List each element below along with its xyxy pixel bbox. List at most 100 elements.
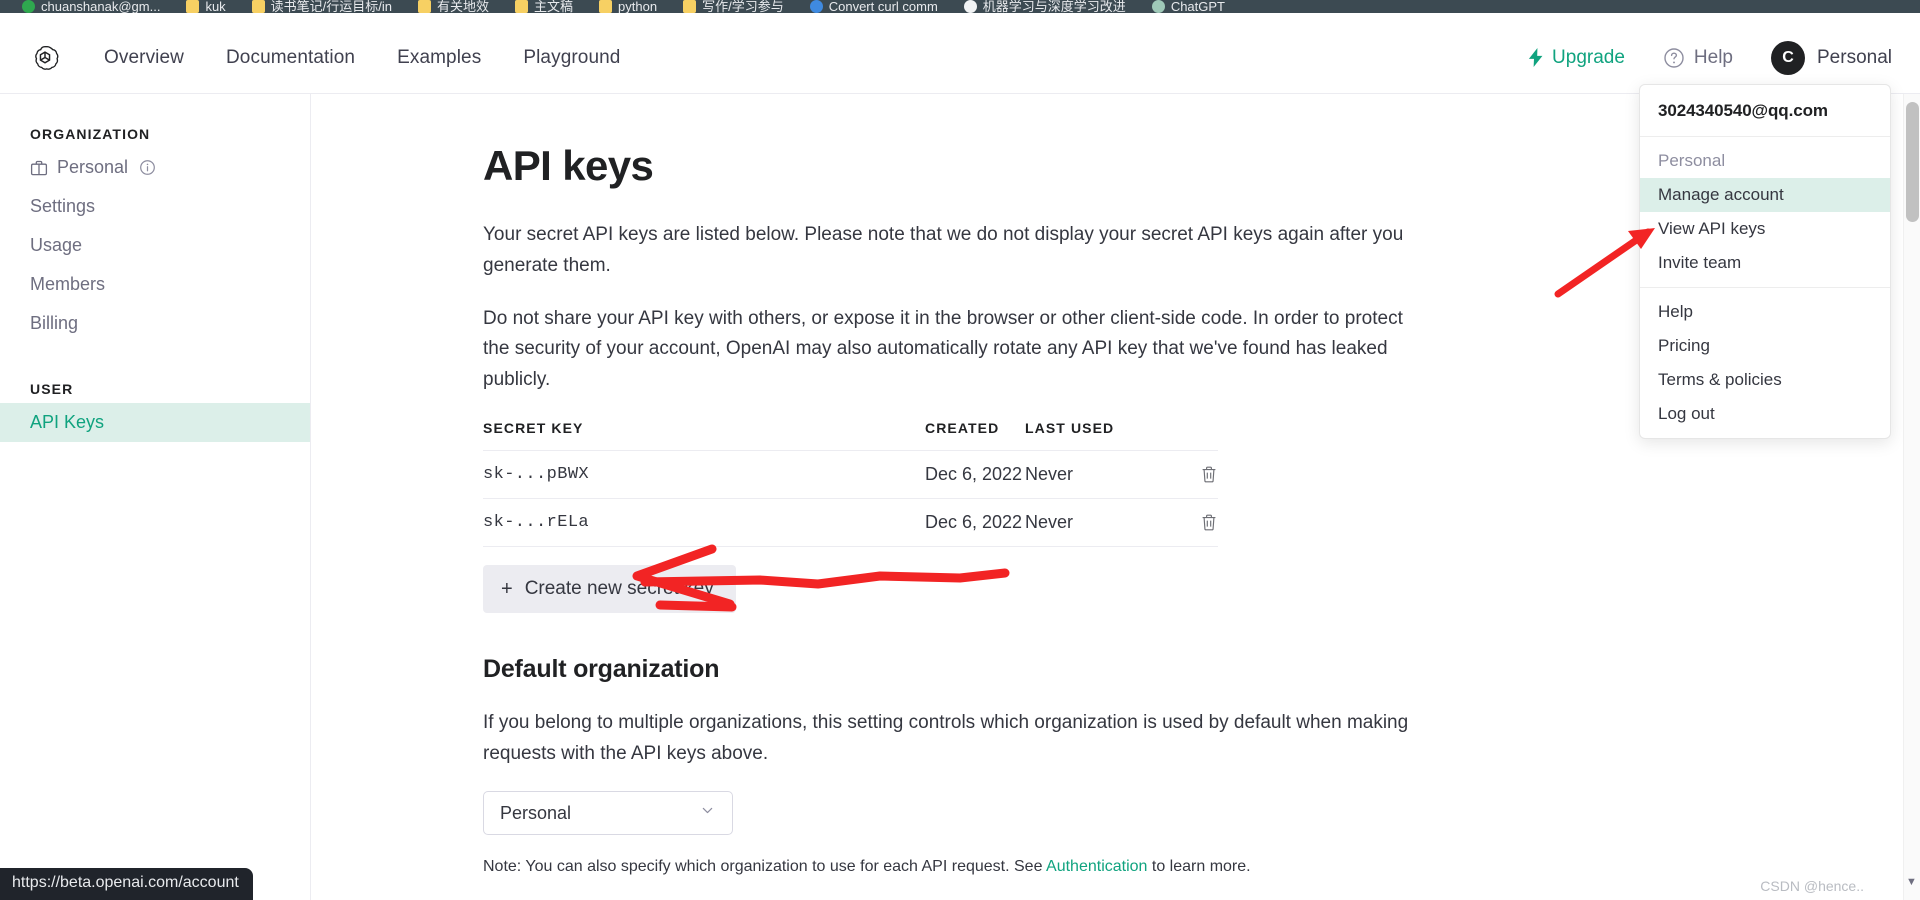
authentication-link[interactable]: Authentication (1046, 858, 1147, 875)
openai-logo[interactable] (28, 41, 62, 75)
bookmark-bar-divider (0, 13, 1920, 22)
folder-icon (599, 0, 613, 13)
scroll-down-arrow-icon[interactable]: ▼ (1905, 876, 1918, 888)
header-actions: Upgrade Help C Personal (1528, 40, 1892, 75)
create-new-secret-key-label: Create new secret key (524, 577, 714, 599)
menu-item-terms-policies[interactable]: Terms & policies (1640, 363, 1890, 397)
default-organization-description: If you belong to multiple organizations,… (483, 711, 1409, 764)
teal-circle-icon (1151, 0, 1165, 13)
plus-icon: + (501, 577, 513, 600)
sidebar-item-usage[interactable]: Usage (0, 226, 310, 265)
bookmark-label: chuanshanak@gm... (41, 0, 161, 13)
column-header-secret-key: SECRET KEY (483, 419, 584, 436)
nav-link-playground[interactable]: Playground (523, 47, 620, 69)
bookmark-item[interactable]: kuk (186, 0, 226, 13)
help-button[interactable]: Help (1663, 47, 1733, 69)
sidebar-item-members[interactable]: Members (0, 265, 310, 304)
info-circle-icon[interactable] (139, 159, 156, 176)
bookmark-item[interactable]: chuanshanak@gm... (22, 0, 160, 13)
page-scrollbar[interactable]: ▼ (1903, 94, 1920, 900)
trash-icon[interactable] (1200, 465, 1218, 484)
upgrade-label: Upgrade (1552, 46, 1625, 68)
folder-icon (418, 0, 432, 13)
sidebar-item-label: Personal (57, 157, 129, 177)
note-prefix: Note: You can also specify which organiz… (483, 858, 1047, 876)
app-header: Overview Documentation Examples Playgrou… (0, 22, 1920, 94)
table-row: sk-...pBWX Dec 6, 2022 Never (483, 451, 1218, 499)
folder-icon (251, 0, 265, 13)
nav-link-documentation[interactable]: Documentation (226, 47, 355, 69)
lightning-bolt-icon (1528, 48, 1544, 67)
table-row: sk-...rELa Dec 6, 2022 Never (483, 499, 1218, 547)
bookmark-item[interactable]: python (599, 0, 657, 13)
bookmark-label: 写作/学习参与 (702, 0, 784, 13)
account-label: Personal (1817, 46, 1892, 68)
avatar: C (1771, 40, 1805, 75)
cell-created: Dec 6, 2022 (925, 463, 1023, 484)
bookmark-label: Convert curl comm (828, 0, 938, 13)
bookmark-label: 主文稿 (534, 0, 574, 13)
sidebar-item-personal[interactable]: Personal (0, 148, 310, 187)
default-organization-title: Default organization (483, 654, 720, 683)
column-header-last-used: LAST USED (1025, 419, 1115, 436)
sidebar-item-label: API Keys (30, 412, 105, 432)
bookmark-item[interactable]: 机器学习与深度学习改进 (963, 0, 1126, 13)
menu-item-pricing[interactable]: Pricing (1640, 329, 1890, 363)
upgrade-button[interactable]: Upgrade (1528, 47, 1625, 69)
briefcase-icon (30, 159, 48, 177)
sidebar-heading-user: USER (30, 381, 74, 397)
folder-icon (515, 0, 529, 13)
menu-item-help[interactable]: Help (1640, 295, 1890, 329)
cell-last-used: Never (1025, 463, 1074, 484)
api-keys-table: SECRET KEY CREATED LAST USED sk-...pBWX … (483, 420, 1218, 547)
menu-item-invite-team[interactable]: Invite team (1640, 246, 1890, 280)
cell-last-used: Never (1025, 511, 1074, 532)
menu-item-view-api-keys[interactable]: View API keys (1640, 212, 1890, 246)
cell-created: Dec 6, 2022 (925, 511, 1023, 532)
bookmark-item[interactable]: 写作/学习参与 (683, 0, 784, 13)
bookmark-label: ChatGPT (1170, 0, 1225, 13)
menu-item-log-out[interactable]: Log out (1640, 397, 1890, 431)
page-title: API keys (483, 142, 654, 189)
cell-secret-key: sk-...pBWX (483, 464, 590, 484)
folder-icon (186, 0, 200, 13)
sidebar-heading-organization: ORGANIZATION (30, 126, 151, 142)
bookmark-item[interactable]: ChatGPT (1151, 0, 1225, 13)
bookmark-item[interactable]: 主文稿 (515, 0, 573, 13)
csdn-watermark: CSDN @hence.. (1760, 878, 1864, 894)
menu-group-account: Personal Manage account View API keys In… (1640, 137, 1890, 288)
menu-org-label: Personal (1658, 151, 1726, 170)
bookmark-label: 机器学习与深度学习改进 (982, 0, 1126, 13)
cell-actions (1175, 465, 1218, 484)
sidebar-item-label: Usage (30, 235, 83, 255)
bookmark-item[interactable]: 有关地效 (418, 0, 489, 13)
cell-secret-key: sk-...rELa (483, 512, 590, 532)
sidebar-item-settings[interactable]: Settings (0, 187, 310, 226)
create-new-secret-key-button[interactable]: + Create new secret key (483, 564, 736, 613)
menu-group-general: Help Pricing Terms & policies Log out (1640, 288, 1890, 438)
scrollbar-thumb[interactable] (1906, 102, 1919, 222)
trash-icon[interactable] (1200, 513, 1218, 532)
default-organization-select[interactable]: Personal (483, 791, 733, 836)
help-label: Help (1693, 46, 1733, 68)
sidebar-item-billing[interactable]: Billing (0, 304, 310, 343)
authentication-note: Note: You can also specify which organiz… (483, 858, 1411, 876)
bookmark-item[interactable]: 读书笔记/行运目标/in (251, 0, 393, 13)
column-header-created: CREATED (925, 419, 1000, 436)
question-circle-icon (1663, 47, 1685, 69)
bookmark-label: 读书笔记/行运目标/in (270, 0, 393, 13)
bookmark-item[interactable]: Convert curl comm (809, 0, 938, 13)
green-circle-icon (22, 0, 35, 13)
account-dropdown-menu: 3024340540@qq.com Personal Manage accoun… (1639, 84, 1891, 439)
bookmark-label: 有关地效 (437, 0, 490, 13)
default-organization-selected-value: Personal (500, 802, 572, 823)
nav-link-examples[interactable]: Examples (397, 47, 481, 69)
browser-bookmarks-bar[interactable]: chuanshanak@gm... kuk 读书笔记/行运目标/in 有关地效 … (0, 0, 1920, 13)
sidebar-item-api-keys[interactable]: API Keys (0, 403, 310, 442)
blue-circle-icon (809, 0, 823, 13)
account-button[interactable]: C Personal (1771, 40, 1892, 75)
menu-item-manage-account[interactable]: Manage account (1640, 178, 1890, 212)
cell-actions (1175, 513, 1218, 532)
nav-link-overview[interactable]: Overview (104, 47, 184, 69)
